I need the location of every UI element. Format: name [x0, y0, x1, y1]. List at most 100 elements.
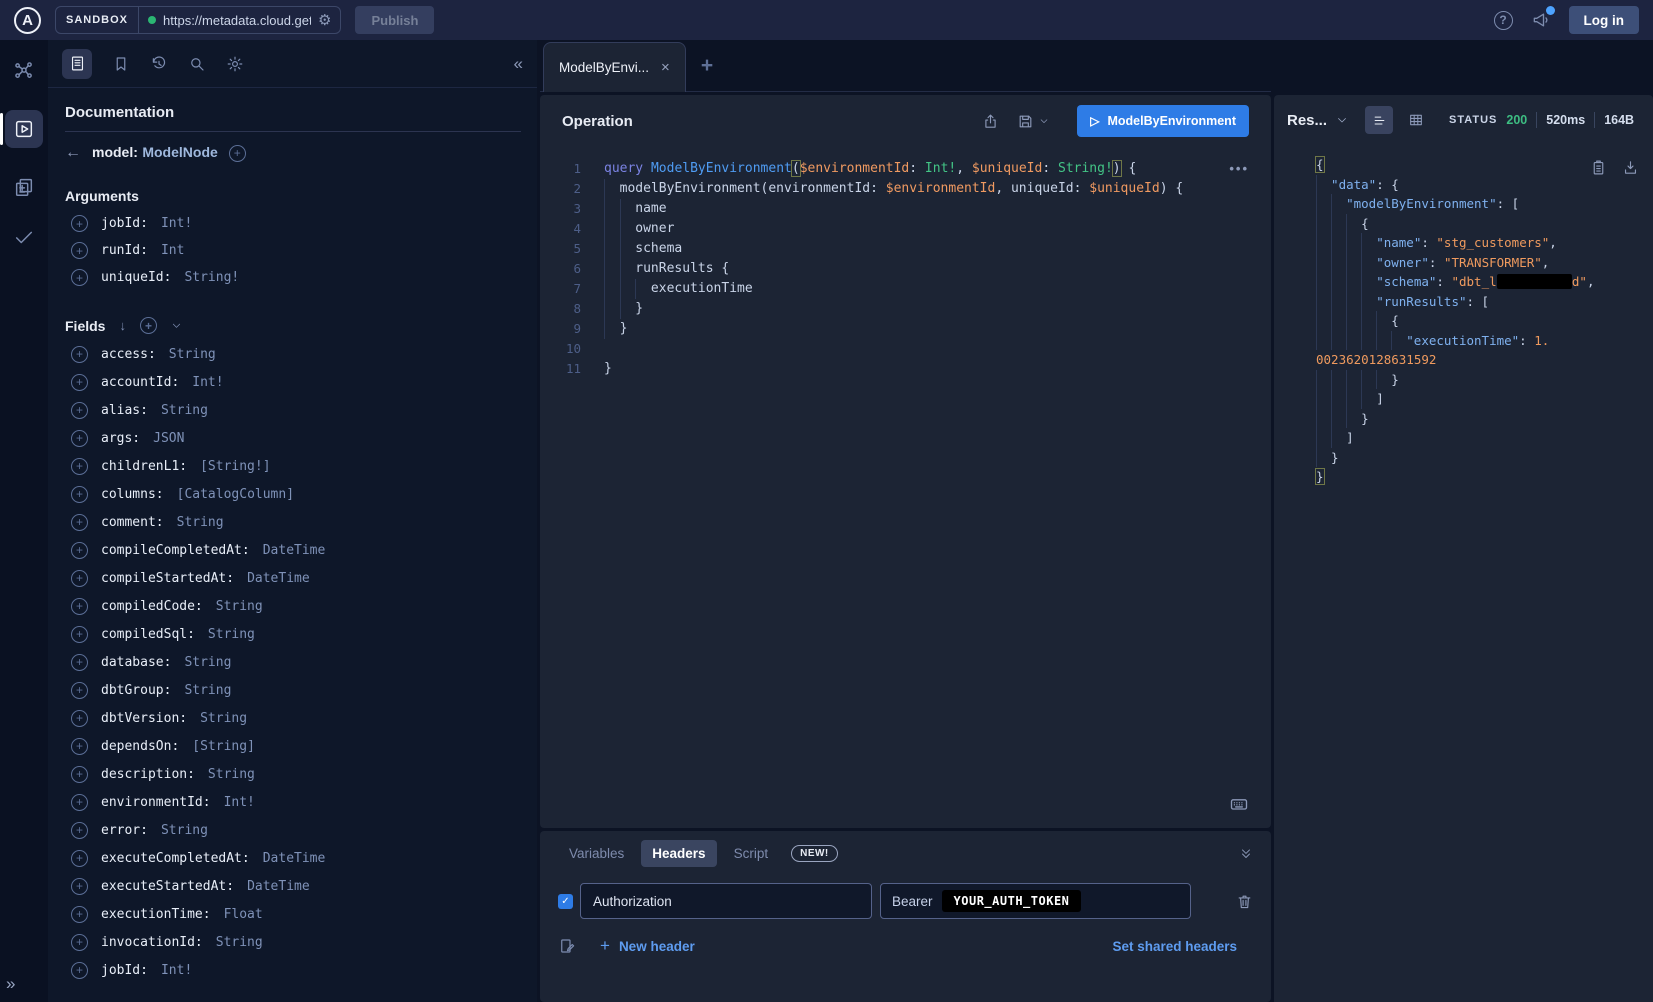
explorer-nav-icon[interactable]: [5, 110, 43, 148]
collapse-docs-icon[interactable]: «: [514, 54, 523, 74]
add-field-icon[interactable]: +: [71, 878, 88, 895]
field-name[interactable]: accountId:: [101, 375, 179, 390]
field-name[interactable]: args:: [101, 431, 140, 446]
connection-settings-icon[interactable]: ⚙: [318, 13, 331, 28]
add-field-icon[interactable]: +: [71, 514, 88, 531]
add-field-icon[interactable]: +: [71, 710, 88, 727]
add-field-icon[interactable]: +: [71, 402, 88, 419]
field-name[interactable]: alias:: [101, 403, 148, 418]
field-type[interactable]: Int!: [161, 963, 192, 978]
save-operation-combo[interactable]: [1017, 113, 1049, 130]
field-type[interactable]: Float: [224, 907, 263, 922]
add-all-fields-icon[interactable]: +: [140, 317, 157, 334]
add-field-icon[interactable]: +: [71, 215, 88, 232]
search-icon[interactable]: [188, 55, 206, 73]
login-button[interactable]: Log in: [1569, 6, 1640, 34]
announcements-icon[interactable]: [1531, 10, 1551, 30]
environment-variables-icon[interactable]: [558, 937, 576, 955]
response-dropdown-icon[interactable]: [1336, 114, 1348, 126]
field-type[interactable]: Int!: [192, 375, 223, 390]
field-name[interactable]: runId:: [101, 243, 148, 258]
field-name[interactable]: executeStartedAt:: [101, 879, 234, 894]
field-type[interactable]: Int!: [224, 795, 255, 810]
field-name[interactable]: compileStartedAt:: [101, 571, 234, 586]
auth-token-value[interactable]: YOUR_AUTH_TOKEN: [942, 890, 1082, 912]
field-type[interactable]: String: [184, 683, 231, 698]
field-name[interactable]: comment:: [101, 515, 164, 530]
add-field-icon[interactable]: +: [71, 766, 88, 783]
field-name[interactable]: uniqueId:: [101, 270, 171, 285]
field-type[interactable]: [CatalogColumn]: [177, 487, 294, 502]
field-name[interactable]: access:: [101, 347, 156, 362]
add-field-icon[interactable]: +: [71, 850, 88, 867]
apollo-logo-icon[interactable]: A: [14, 7, 41, 34]
field-type[interactable]: [String!]: [200, 459, 270, 474]
copy-response-icon[interactable]: [1590, 159, 1607, 176]
query-code[interactable]: query ModelByEnvironment($environmentId:…: [604, 159, 1183, 828]
add-field-icon[interactable]: +: [71, 374, 88, 391]
field-type[interactable]: DateTime: [247, 879, 310, 894]
field-type[interactable]: String: [184, 655, 231, 670]
keyboard-shortcuts-icon[interactable]: [1229, 794, 1249, 814]
add-field-icon[interactable]: +: [71, 626, 88, 643]
field-type[interactable]: DateTime: [247, 571, 310, 586]
header-enabled-checkbox[interactable]: ✓: [558, 894, 573, 909]
header-value-field[interactable]: Bearer YOUR_AUTH_TOKEN: [880, 883, 1191, 919]
field-type[interactable]: DateTime: [263, 851, 326, 866]
add-field-icon[interactable]: +: [71, 794, 88, 811]
breadcrumb-type-name[interactable]: ModelNode: [142, 144, 217, 160]
add-field-icon[interactable]: +: [71, 822, 88, 839]
add-field-icon[interactable]: +: [71, 486, 88, 503]
sort-fields-icon[interactable]: ↓: [119, 318, 126, 333]
bookmarks-icon[interactable]: [112, 55, 130, 73]
help-icon[interactable]: ?: [1494, 11, 1513, 30]
add-field-icon[interactable]: +: [71, 242, 88, 259]
field-name[interactable]: childrenL1:: [101, 459, 187, 474]
response-body[interactable]: {"data": {"modelByEnvironment": [{"name"…: [1274, 145, 1653, 1002]
endpoint-url-zone[interactable]: https://metadata.cloud.get ⚙: [139, 7, 340, 33]
field-type[interactable]: [String]: [192, 739, 255, 754]
tab-headers[interactable]: Headers: [641, 840, 716, 867]
tab-script[interactable]: Script: [723, 840, 780, 867]
field-name[interactable]: jobId:: [101, 963, 148, 978]
new-tab-icon[interactable]: +: [701, 54, 713, 78]
field-type[interactable]: String: [216, 599, 263, 614]
field-name[interactable]: environmentId:: [101, 795, 211, 810]
run-operation-button[interactable]: ▷ ModelByEnvironment: [1077, 105, 1249, 137]
download-response-icon[interactable]: [1622, 159, 1639, 176]
add-type-icon[interactable]: +: [229, 145, 246, 162]
field-name[interactable]: compileCompletedAt:: [101, 543, 250, 558]
checks-nav-icon[interactable]: [13, 226, 35, 248]
delete-header-icon[interactable]: [1236, 893, 1253, 910]
close-tab-icon[interactable]: ×: [661, 59, 670, 76]
schema-graph-icon[interactable]: [13, 60, 35, 82]
field-name[interactable]: executionTime:: [101, 907, 211, 922]
query-editor[interactable]: 1234567891011 query ModelByEnvironment($…: [540, 147, 1271, 828]
add-field-icon[interactable]: +: [71, 542, 88, 559]
fields-dropdown-icon[interactable]: [171, 320, 182, 331]
table-view-button[interactable]: [1402, 106, 1430, 134]
field-name[interactable]: dependsOn:: [101, 739, 179, 754]
field-type[interactable]: String: [177, 515, 224, 530]
field-name[interactable]: compiledCode:: [101, 599, 203, 614]
header-key-input[interactable]: [580, 883, 872, 919]
add-field-icon[interactable]: +: [71, 738, 88, 755]
field-type[interactable]: JSON: [153, 431, 184, 446]
add-field-icon[interactable]: +: [71, 346, 88, 363]
expand-rail-icon[interactable]: »: [6, 974, 15, 994]
field-type[interactable]: String: [169, 347, 216, 362]
field-name[interactable]: dbtVersion:: [101, 711, 187, 726]
field-type[interactable]: DateTime: [263, 543, 326, 558]
add-field-icon[interactable]: +: [71, 906, 88, 923]
collections-nav-icon[interactable]: [13, 176, 35, 198]
field-type[interactable]: String: [216, 935, 263, 950]
field-type[interactable]: Int!: [161, 216, 192, 231]
field-name[interactable]: description:: [101, 767, 195, 782]
new-header-button[interactable]: + New header: [600, 936, 695, 956]
publish-button[interactable]: Publish: [355, 6, 434, 34]
add-field-icon[interactable]: +: [71, 598, 88, 615]
back-icon[interactable]: ←: [65, 144, 81, 162]
formatted-view-button[interactable]: [1365, 106, 1393, 134]
field-type[interactable]: String: [208, 767, 255, 782]
response-json[interactable]: {"data": {"modelByEnvironment": [{"name"…: [1316, 155, 1643, 487]
